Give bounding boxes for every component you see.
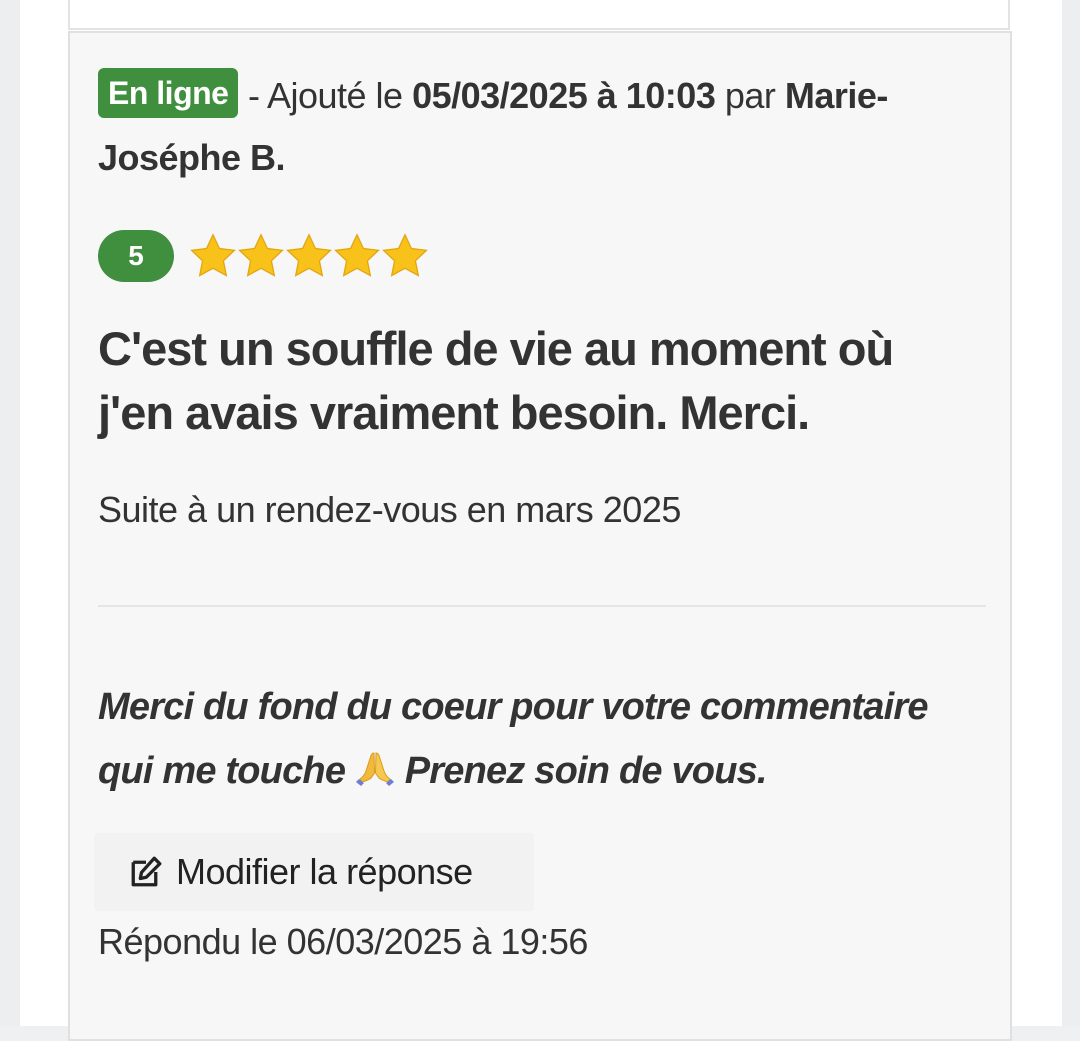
visit-context: Suite à un rendez-vous en mars 2025 xyxy=(98,489,681,530)
star-icon xyxy=(238,233,284,277)
review-card: En ligne - Ajouté le 05/03/2025 à 10:03 … xyxy=(68,31,1012,1041)
added-datetime: 05/03/2025 à 10:03 xyxy=(412,75,716,116)
previous-review-card xyxy=(68,0,1010,30)
folded-hands-emoji-icon xyxy=(355,752,394,786)
status-badge: En ligne xyxy=(98,68,239,118)
reply-text-end: Prenez soin de vous. xyxy=(394,750,768,792)
rating-row: 5 xyxy=(98,229,428,283)
page-background-left xyxy=(0,0,20,1026)
practitioner-reply: Merci du fond du coeur pour votre commen… xyxy=(98,675,978,803)
divider xyxy=(98,605,986,607)
by-label: par xyxy=(715,75,785,116)
review-meta: En ligne - Ajouté le 05/03/2025 à 10:03 … xyxy=(98,65,988,189)
added-label: - Ajouté le xyxy=(238,75,413,116)
rating-score-badge: 5 xyxy=(98,230,174,282)
edit-icon xyxy=(131,856,162,887)
review-title: C'est un souffle de vie au moment où j'e… xyxy=(98,322,894,439)
reply-date: Répondu le 06/03/2025 à 19:56 xyxy=(98,921,588,962)
page-background-right xyxy=(1062,0,1080,1026)
star-icon xyxy=(334,233,380,277)
star-icon xyxy=(286,233,332,277)
rating-stars xyxy=(188,231,428,281)
star-icon xyxy=(382,233,428,277)
star-icon xyxy=(190,233,236,277)
edit-reply-label: Modifier la réponse xyxy=(176,851,473,892)
edit-reply-button[interactable]: Modifier la réponse xyxy=(94,833,534,911)
